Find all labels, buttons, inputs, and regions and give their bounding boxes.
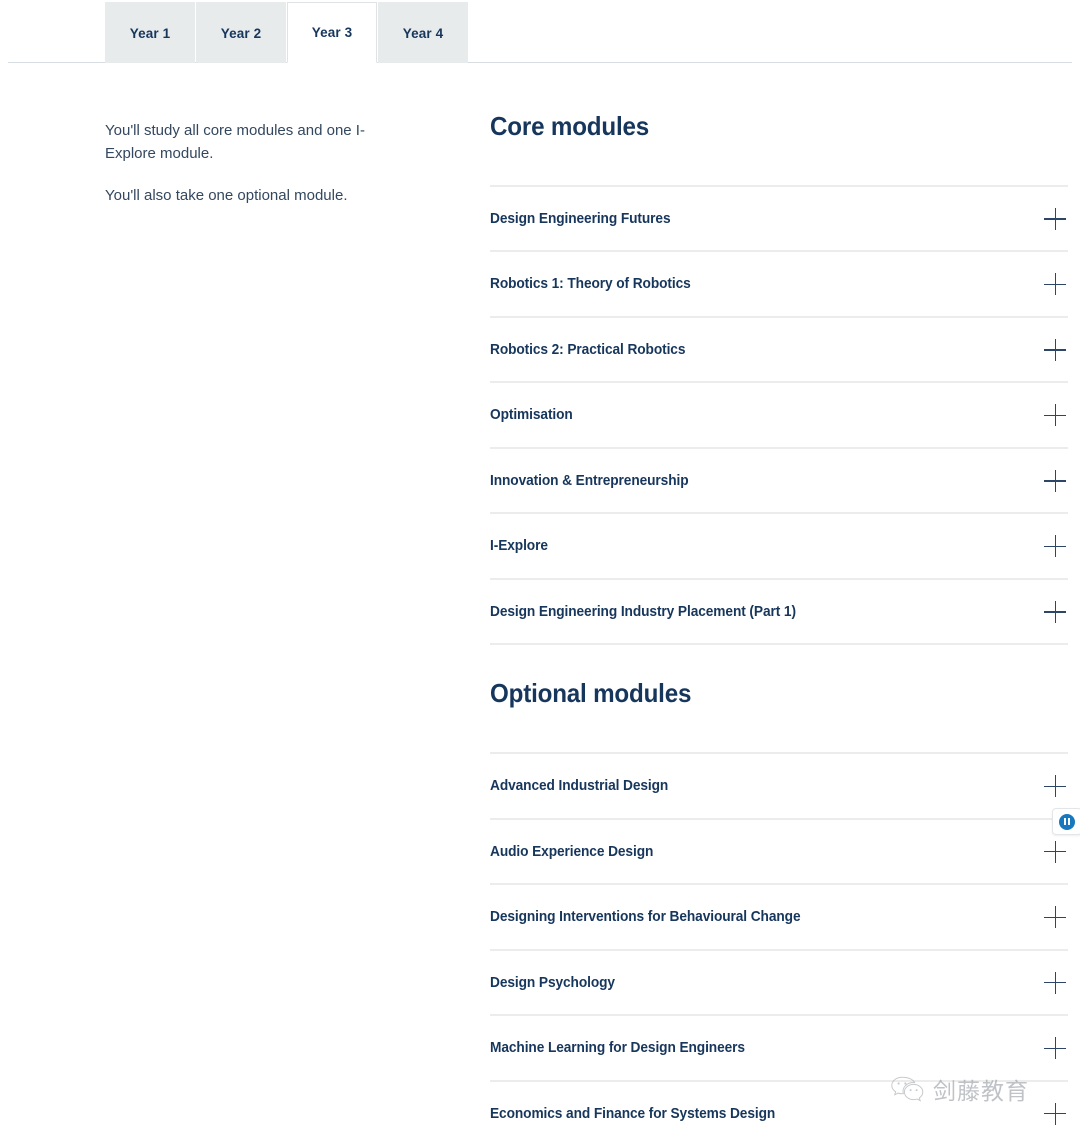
accordion-item-label: Robotics 1: Theory of Robotics bbox=[490, 276, 691, 293]
accordion-item-label: Economics and Finance for Systems Design bbox=[490, 1105, 776, 1122]
plus-icon[interactable] bbox=[1044, 535, 1066, 558]
accordion-item-economics-finance-systems-design[interactable]: Economics and Finance for Systems Design bbox=[490, 1082, 1068, 1145]
tab-list: Year 1 Year 2 Year 3 Year 4 bbox=[105, 2, 469, 63]
accordion-item-label: Audio Experience Design bbox=[490, 843, 654, 860]
accordion-item-audio-experience-design[interactable]: Audio Experience Design bbox=[490, 820, 1068, 884]
plus-icon[interactable] bbox=[1044, 469, 1066, 492]
plus-icon[interactable] bbox=[1044, 906, 1066, 929]
accordion-item-label: Advanced Industrial Design bbox=[490, 778, 669, 795]
accordion-item-label: Optimisation bbox=[490, 407, 573, 424]
accordion-item-label: Machine Learning for Design Engineers bbox=[490, 1040, 745, 1057]
core-modules-heading: Core modules bbox=[490, 111, 650, 141]
optional-modules-accordion: Advanced Industrial Design Audio Experie… bbox=[490, 752, 1068, 1145]
optional-modules-heading-wrap: Optional modules bbox=[490, 678, 1068, 709]
accordion-item-label: Robotics 2: Practical Robotics bbox=[490, 341, 686, 358]
accordion-item-label: Design Engineering Futures bbox=[490, 210, 671, 227]
plus-icon[interactable] bbox=[1044, 971, 1066, 994]
optional-modules-heading: Optional modules bbox=[490, 678, 692, 709]
tab-year-4-label: Year 4 bbox=[402, 25, 444, 41]
media-pause-button[interactable] bbox=[1052, 808, 1080, 835]
plus-icon[interactable] bbox=[1044, 338, 1066, 361]
accordion-item-label: I-Explore bbox=[490, 538, 548, 555]
pause-bar-left bbox=[1064, 818, 1066, 825]
tab-year-1[interactable]: Year 1 bbox=[105, 2, 195, 63]
pause-icon bbox=[1059, 813, 1075, 830]
accordion-item-design-psychology[interactable]: Design Psychology bbox=[490, 951, 1068, 1015]
divider bbox=[490, 643, 1068, 646]
tab-year-3-label: Year 3 bbox=[311, 25, 353, 40]
accordion-item-design-engineering-futures[interactable]: Design Engineering Futures bbox=[490, 187, 1068, 251]
plus-icon[interactable] bbox=[1044, 600, 1066, 623]
accordion-item-innovation-entrepreneurship[interactable]: Innovation & Entrepreneurship bbox=[490, 449, 1068, 513]
plus-icon[interactable] bbox=[1044, 775, 1066, 798]
accordion-item-industry-placement-part-1[interactable]: Design Engineering Industry Placement (P… bbox=[490, 580, 1068, 644]
intro-paragraph-2: You'll also take one optional module. bbox=[105, 186, 348, 204]
plus-icon[interactable] bbox=[1044, 840, 1066, 863]
plus-icon[interactable] bbox=[1044, 207, 1066, 230]
tab-year-4[interactable]: Year 4 bbox=[378, 2, 468, 63]
core-modules-heading-wrap: Core modules bbox=[490, 111, 1068, 142]
accordion-item-label: Designing Interventions for Behavioural … bbox=[490, 909, 801, 926]
accordion-item-designing-interventions[interactable]: Designing Interventions for Behavioural … bbox=[490, 885, 1068, 949]
accordion-item-advanced-industrial-design[interactable]: Advanced Industrial Design bbox=[490, 754, 1068, 818]
tab-year-3[interactable]: Year 3 bbox=[287, 2, 377, 63]
accordion-item-label: Innovation & Entrepreneurship bbox=[490, 472, 689, 489]
core-modules-accordion: Design Engineering Futures Robotics 1: T… bbox=[490, 184, 1068, 646]
plus-icon[interactable] bbox=[1044, 1037, 1066, 1060]
accordion-item-i-explore[interactable]: I-Explore bbox=[490, 514, 1068, 578]
intro-text-column: You'll study all core modules and one I-… bbox=[105, 120, 415, 207]
accordion-item-robotics-2[interactable]: Robotics 2: Practical Robotics bbox=[490, 318, 1068, 382]
year-tab-bar: Year 1 Year 2 Year 3 Year 4 bbox=[0, 0, 1080, 63]
accordion-item-optimisation[interactable]: Optimisation bbox=[490, 383, 1068, 447]
accordion-item-machine-learning-design-engineers[interactable]: Machine Learning for Design Engineers bbox=[490, 1016, 1068, 1080]
tab-year-2-label: Year 2 bbox=[220, 25, 262, 41]
plus-icon[interactable] bbox=[1044, 404, 1066, 427]
accordion-item-robotics-1[interactable]: Robotics 1: Theory of Robotics bbox=[490, 252, 1068, 316]
plus-icon[interactable] bbox=[1044, 273, 1066, 296]
modules-panel: Core modules Design Engineering Futures … bbox=[490, 111, 1068, 1145]
intro-paragraph-1: You'll study all core modules and one I-… bbox=[105, 122, 365, 162]
accordion-item-label: Design Engineering Industry Placement (P… bbox=[490, 603, 796, 620]
accordion-item-label: Design Psychology bbox=[490, 974, 615, 991]
pause-bar-right bbox=[1068, 818, 1070, 825]
plus-icon[interactable] bbox=[1044, 1102, 1066, 1125]
tab-year-2[interactable]: Year 2 bbox=[196, 2, 286, 63]
tab-year-1-label: Year 1 bbox=[129, 25, 171, 41]
